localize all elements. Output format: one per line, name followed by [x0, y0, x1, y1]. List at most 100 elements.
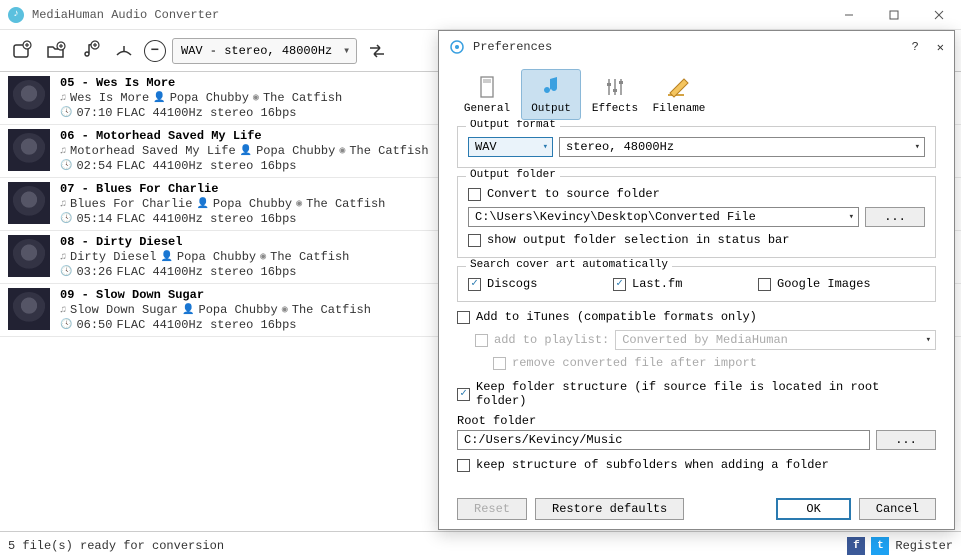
preferences-body: Output format WAV stereo, 48000Hz Output…	[439, 120, 954, 489]
register-link[interactable]: Register	[895, 539, 953, 553]
track-name: Wes Is More	[70, 91, 149, 105]
remove-after-label: remove converted file after import	[512, 356, 757, 370]
track-album: The Catfish	[292, 303, 371, 317]
playlist-value: Converted by MediaHuman	[622, 333, 788, 347]
params-value: stereo, 48000Hz	[566, 140, 674, 154]
clock-icon: 🕓	[60, 266, 72, 278]
maximize-button[interactable]	[871, 0, 916, 29]
person-icon: 👤	[153, 92, 165, 104]
add-file-button[interactable]	[8, 37, 36, 65]
output-path-field[interactable]: C:\Users\Kevincy\Desktop\Converted File	[468, 207, 859, 227]
playlist-checkbox	[475, 334, 488, 347]
tab-output[interactable]: Output	[521, 69, 581, 120]
output-format-group: Output format WAV stereo, 48000Hz	[457, 126, 936, 168]
close-button[interactable]	[916, 0, 961, 29]
browse-root-button[interactable]: ...	[876, 430, 936, 450]
format-dropdown[interactable]: WAV - stereo, 48000Hz	[172, 38, 357, 64]
keep-structure-checkbox[interactable]	[457, 388, 470, 401]
clear-button[interactable]	[110, 37, 138, 65]
cancel-button[interactable]: Cancel	[859, 498, 936, 520]
track-codec: FLAC 44100Hz stereo 16bps	[116, 212, 296, 226]
window-controls	[826, 0, 961, 29]
google-checkbox[interactable]	[758, 278, 771, 291]
params-dropdown[interactable]: stereo, 48000Hz	[559, 137, 925, 157]
reset-button[interactable]: Reset	[457, 498, 527, 520]
help-button[interactable]: ?	[912, 40, 919, 55]
track-artist: Popa Chubby	[199, 303, 278, 317]
tab-filename-label: Filename	[653, 103, 706, 115]
keep-subfolders-checkbox[interactable]	[457, 459, 470, 472]
add-folder-button[interactable]	[42, 37, 70, 65]
cover-art-group: Search cover art automatically Discogs L…	[457, 266, 936, 302]
titlebar: ♪ MediaHuman Audio Converter	[0, 0, 961, 30]
facebook-icon[interactable]: f	[847, 537, 865, 555]
album-art	[8, 235, 50, 277]
clock-icon: 🕓	[60, 160, 72, 172]
root-folder-field[interactable]: C:/Users/Kevincy/Music	[457, 430, 870, 450]
tab-effects[interactable]: Effects	[585, 69, 645, 120]
google-label: Google Images	[777, 277, 871, 291]
root-folder-value: C:/Users/Kevincy/Music	[464, 433, 622, 447]
convert-to-source-checkbox[interactable]	[468, 188, 481, 201]
discogs-checkbox[interactable]	[468, 278, 481, 291]
output-format-legend: Output format	[466, 120, 560, 131]
track-artist: Popa Chubby	[256, 144, 335, 158]
lastfm-checkbox[interactable]	[613, 278, 626, 291]
person-icon: 👤	[196, 198, 208, 210]
status-bar: 5 file(s) ready for conversion f t Regis…	[0, 531, 961, 559]
codec-value: WAV	[475, 140, 497, 154]
disc-icon: ◉	[260, 251, 266, 263]
preferences-titlebar: Preferences ? ✕	[439, 31, 954, 63]
minimize-button[interactable]	[826, 0, 871, 29]
track-name: Motorhead Saved My Life	[70, 144, 236, 158]
track-codec: FLAC 44100Hz stereo 16bps	[116, 265, 296, 279]
output-path-value: C:\Users\Kevincy\Desktop\Converted File	[475, 210, 756, 224]
album-art	[8, 288, 50, 330]
ok-button[interactable]: OK	[776, 498, 850, 520]
note-icon: ♫	[60, 252, 66, 263]
status-text: 5 file(s) ready for conversion	[8, 539, 224, 553]
preferences-icon	[449, 39, 465, 55]
note-icon: ♫	[60, 146, 66, 157]
preferences-tabs: General Output Effects Filename	[439, 63, 954, 120]
add-track-button[interactable]	[76, 37, 104, 65]
remove-button[interactable]: −	[144, 40, 166, 62]
track-artist: Popa Chubby	[177, 250, 256, 264]
tab-general[interactable]: General	[457, 69, 517, 120]
root-folder-label: Root folder	[457, 414, 936, 428]
show-in-status-checkbox[interactable]	[468, 234, 481, 247]
convert-button[interactable]	[363, 37, 391, 65]
disc-icon: ◉	[296, 198, 302, 210]
app-title: MediaHuman Audio Converter	[32, 8, 219, 22]
browse-output-button[interactable]: ...	[865, 207, 925, 227]
twitter-icon[interactable]: t	[871, 537, 889, 555]
track-time: 05:14	[76, 212, 112, 226]
track-album: The Catfish	[270, 250, 349, 264]
show-in-status-label: show output folder selection in status b…	[487, 233, 789, 247]
track-album: The Catfish	[263, 91, 342, 105]
person-icon: 👤	[182, 304, 194, 316]
restore-defaults-button[interactable]: Restore defaults	[535, 498, 684, 520]
output-folder-group: Output folder Convert to source folder C…	[457, 176, 936, 258]
output-folder-legend: Output folder	[466, 169, 560, 181]
tab-output-label: Output	[531, 103, 571, 115]
playlist-label: add to playlist:	[494, 333, 609, 347]
clock-icon: 🕓	[60, 107, 72, 119]
add-itunes-label: Add to iTunes (compatible formats only)	[476, 310, 757, 324]
track-name: Slow Down Sugar	[70, 303, 178, 317]
convert-to-source-label: Convert to source folder	[487, 187, 660, 201]
tab-filename[interactable]: Filename	[649, 69, 709, 120]
person-icon: 👤	[240, 145, 252, 157]
track-codec: FLAC 44100Hz stereo 16bps	[116, 318, 296, 332]
clock-icon: 🕓	[60, 319, 72, 331]
codec-dropdown[interactable]: WAV	[468, 137, 553, 157]
dialog-close-button[interactable]: ✕	[937, 40, 944, 55]
general-icon	[474, 74, 500, 100]
album-art	[8, 76, 50, 118]
track-time: 06:50	[76, 318, 112, 332]
add-itunes-checkbox[interactable]	[457, 311, 470, 324]
track-album: The Catfish	[349, 144, 428, 158]
album-art	[8, 129, 50, 171]
app-icon: ♪	[8, 7, 24, 23]
note-icon: ♫	[60, 199, 66, 210]
